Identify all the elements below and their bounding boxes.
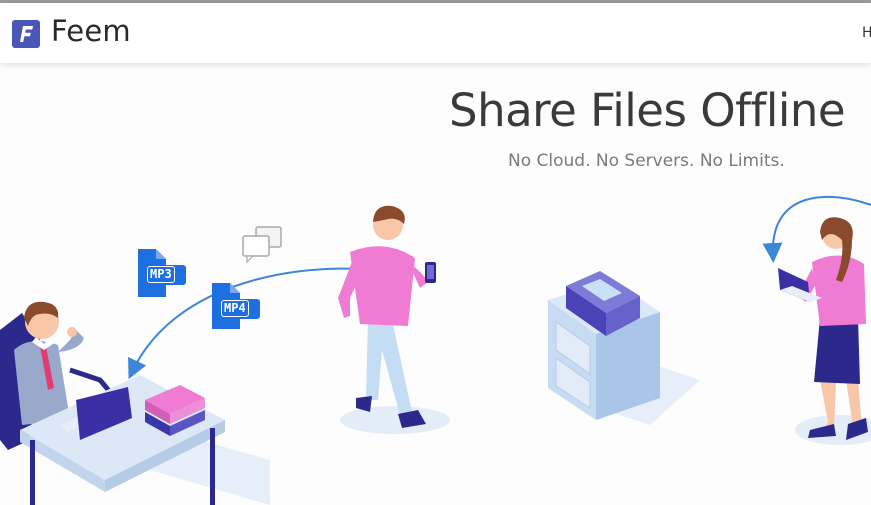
walking-man-with-phone xyxy=(338,205,436,428)
feem-logo-icon[interactable] xyxy=(12,20,40,48)
brand-name[interactable]: Feem xyxy=(51,14,131,48)
chat-bubbles-icon xyxy=(242,226,282,264)
walker-shadow xyxy=(340,406,450,434)
cabinet-with-printer xyxy=(548,271,660,420)
hero-illustration xyxy=(0,195,871,505)
woman-with-laptop xyxy=(778,217,868,440)
top-navbar: Feem H xyxy=(0,3,871,63)
mp3-file-icon: MP3 xyxy=(136,249,186,297)
nav-link-home[interactable]: H xyxy=(862,25,871,41)
mp4-file-icon: MP4 xyxy=(210,283,260,331)
mp3-label: MP3 xyxy=(147,266,175,283)
mp4-label: MP4 xyxy=(221,300,249,317)
